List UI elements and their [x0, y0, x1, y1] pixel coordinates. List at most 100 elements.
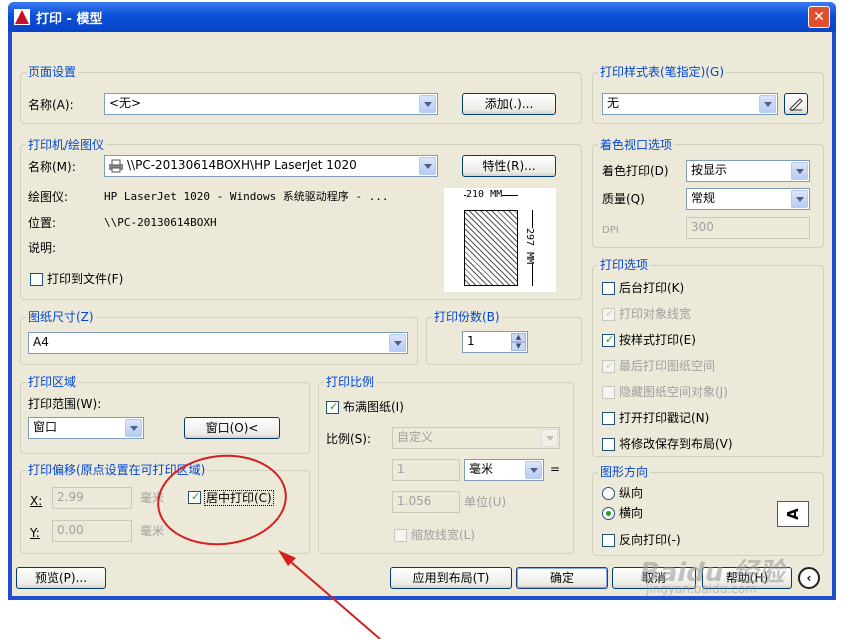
window-title: 打印 - 模型: [36, 12, 103, 27]
printer-name-label: 名称(M):: [28, 160, 76, 174]
plot-option-label: 打开打印戳记(N): [619, 411, 710, 425]
plot-option-label: 按样式打印(E): [619, 333, 696, 347]
checkmark-icon: ✓: [329, 400, 339, 413]
plot-option-checkbox[interactable]: ✓: [602, 333, 615, 347]
equals-sign: =: [550, 462, 561, 476]
offset-x-label: X:: [30, 494, 43, 508]
plot-option-checkbox[interactable]: [602, 412, 615, 425]
page-setup-name-label: 名称(A):: [28, 98, 74, 112]
scale-select[interactable]: 自定义: [392, 427, 560, 449]
plot-option-label: 打印对象线宽: [619, 307, 692, 321]
properties-button[interactable]: 特性(R)...: [462, 155, 556, 177]
preview-button[interactable]: 预览(P)...: [16, 567, 106, 589]
offset-y-input[interactable]: 0.00: [52, 520, 132, 542]
preview-height-label: 297 MM: [524, 228, 535, 265]
chevron-down-icon[interactable]: [125, 419, 142, 437]
title-bar[interactable]: 打印 - 模型 ✕: [8, 2, 836, 32]
preview-width-label: 210 MM: [466, 189, 503, 200]
pen-icon: [789, 98, 803, 112]
plot-option-label: 后台打印(K): [619, 281, 685, 295]
add-button[interactable]: 添加(.)...: [462, 93, 556, 115]
offset-x-input[interactable]: 2.99: [52, 487, 132, 509]
portrait-label: 纵向: [619, 486, 644, 500]
offset-x-unit: 毫米: [140, 491, 165, 505]
page-setup-name-value: <无>: [109, 96, 142, 110]
watermark-url: jingyan.baidu.com: [646, 582, 757, 596]
printer-name-select[interactable]: \\PC-20130614BOXH\HP LaserJet 1020: [104, 155, 438, 177]
shade-plot-label: 着色打印(D): [602, 164, 669, 178]
where-value: \\PC-20130614BOXH: [104, 216, 217, 229]
scale-lineweights-checkbox[interactable]: [394, 529, 407, 542]
quality-label: 质量(Q): [602, 192, 645, 206]
fit-to-paper-label: 布满图纸(I): [343, 400, 404, 414]
plot-scale-legend: 打印比例: [324, 375, 377, 389]
chevron-down-icon[interactable]: [541, 429, 558, 447]
close-button[interactable]: ✕: [808, 6, 830, 28]
window-pick-button[interactable]: 窗口(O)<: [184, 417, 280, 439]
chevron-down-icon[interactable]: [759, 95, 776, 113]
autocad-icon: [14, 9, 30, 25]
printer-name-value: \\PC-20130614BOXH\HP LaserJet 1020: [127, 158, 357, 172]
plot-option-checkbox[interactable]: [602, 438, 615, 451]
chevron-down-icon[interactable]: [525, 461, 542, 479]
plot-offset-legend: 打印偏移(原点设置在可打印区域): [26, 463, 208, 477]
offset-y-label: Y:: [30, 526, 40, 540]
plot-option-label: 最后打印图纸空间: [619, 359, 716, 373]
printer-legend: 打印机/绘图仪: [26, 138, 107, 152]
ok-button[interactable]: 确定: [516, 567, 608, 589]
scale-label: 比例(S):: [326, 432, 372, 446]
shade-plot-value: 按显示: [691, 163, 728, 177]
print-to-file-checkbox[interactable]: [30, 273, 43, 286]
upside-down-label: 反向打印(-): [619, 533, 681, 547]
scale-value: 自定义: [397, 430, 434, 444]
paper-size-select[interactable]: A4: [28, 332, 408, 354]
plot-option-checkbox[interactable]: ✓: [602, 359, 615, 373]
checkmark-icon: ✓: [605, 359, 615, 372]
page-setup-legend: 页面设置: [26, 65, 79, 79]
portrait-radio[interactable]: [602, 487, 615, 500]
scale-lineweights-label: 缩放线宽(L): [411, 528, 476, 542]
scale-unit-select[interactable]: 毫米: [464, 459, 544, 481]
scale-mm-input[interactable]: 1: [392, 459, 460, 481]
chevron-down-icon[interactable]: [419, 157, 436, 175]
spin-down-icon[interactable]: ▼: [511, 342, 526, 351]
edit-style-button[interactable]: [784, 93, 808, 115]
printer-icon: [109, 159, 123, 173]
chevron-down-icon[interactable]: [791, 190, 808, 208]
apply-to-layout-button[interactable]: 应用到布局(T): [390, 567, 512, 589]
plot-option-checkbox[interactable]: ✓: [602, 307, 615, 321]
shade-plot-select[interactable]: 按显示: [686, 160, 810, 182]
print-dialog: 打印 - 模型 ✕ 页面设置 名称(A): <无> 添加(.)... 打印机/绘…: [8, 2, 836, 600]
scale-units-input[interactable]: 1.056: [392, 491, 460, 513]
copies-spinner[interactable]: 1 ▲ ▼: [462, 331, 528, 353]
plot-option-checkbox[interactable]: [602, 282, 615, 295]
plot-style-select[interactable]: 无: [602, 93, 778, 115]
upside-down-checkbox[interactable]: [602, 534, 615, 547]
where-label: 位置:: [28, 216, 57, 230]
landscape-radio[interactable]: [602, 507, 615, 520]
plot-style-value: 无: [607, 96, 620, 110]
dpi-input[interactable]: 300: [686, 217, 810, 239]
paper-size-legend: 图纸尺寸(Z): [26, 310, 96, 324]
orientation-legend: 图形方向: [598, 465, 651, 479]
plot-option-label: 隐藏图纸空间对象(J): [619, 385, 728, 399]
chevron-down-icon[interactable]: [419, 95, 436, 113]
plot-range-label: 打印范围(W):: [28, 397, 102, 411]
spin-up-icon[interactable]: ▲: [511, 333, 526, 342]
chevron-down-icon[interactable]: [791, 162, 808, 180]
fit-to-paper-checkbox[interactable]: ✓: [326, 400, 339, 414]
print-to-file-label: 打印到文件(F): [47, 272, 124, 286]
checkmark-icon: ✓: [605, 307, 615, 320]
page-setup-name-select[interactable]: <无>: [104, 93, 438, 115]
chevron-down-icon[interactable]: [389, 334, 406, 352]
dpi-label: DPI: [602, 225, 619, 236]
center-plot-checkbox[interactable]: ✓: [188, 490, 201, 504]
scale-units-label: 单位(U): [464, 495, 507, 509]
checkmark-icon: ✓: [605, 333, 615, 346]
collapse-arrow-icon[interactable]: ‹: [798, 567, 820, 589]
plot-range-select[interactable]: 窗口: [28, 417, 144, 439]
plot-option-checkbox[interactable]: [602, 386, 615, 399]
quality-select[interactable]: 常规: [686, 188, 810, 210]
copies-legend: 打印份数(B): [432, 310, 502, 324]
plotter-value: HP LaserJet 1020 - Windows 系统驱动程序 - ...: [104, 190, 389, 203]
